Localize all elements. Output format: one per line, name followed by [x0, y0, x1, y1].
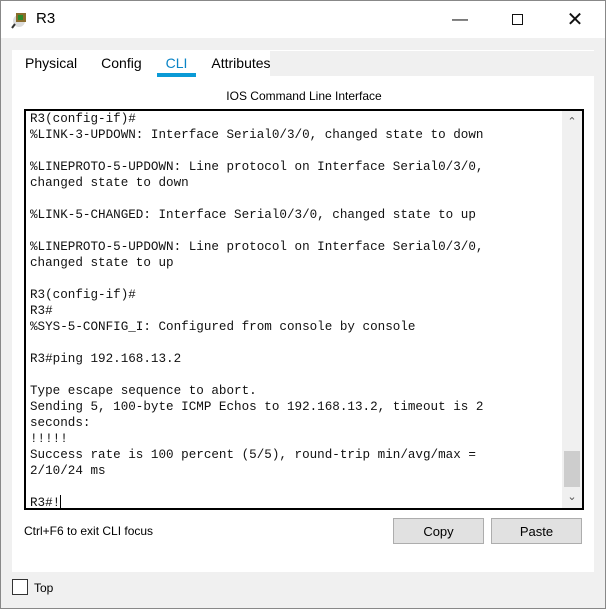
terminal-line: %LINK-5-CHANGED: Interface Serial0/3/0, … [30, 208, 476, 222]
terminal-output: R3(config-if)# %LINK-3-UPDOWN: Interface … [30, 111, 484, 510]
terminal-line: R3(config-if)# [30, 288, 136, 302]
top-label: Top [34, 581, 54, 595]
terminal-line: %LINEPROTO-5-UPDOWN: Line protocol on In… [30, 160, 484, 174]
minimize-button[interactable]: — [437, 1, 483, 38]
terminal-line: !!!!! [30, 432, 68, 446]
router-icon [11, 13, 26, 29]
terminal-line: Sending 5, 100-byte ICMP Echos to 192.16… [30, 400, 484, 414]
scroll-up-icon[interactable]: ⌃ [562, 113, 582, 131]
text-cursor [60, 495, 62, 508]
terminal-line: %SYS-5-CONFIG_I: Configured from console… [30, 320, 416, 334]
terminal-line: changed state to down [30, 176, 189, 190]
top-checkbox[interactable] [12, 579, 28, 595]
terminal-line: 2/10/24 ms [30, 464, 106, 478]
tab-strip-bg [270, 51, 594, 76]
terminal-line: R3(config-if)# [30, 112, 136, 126]
copy-button[interactable]: Copy [393, 518, 484, 544]
tab-physical[interactable]: Physical [13, 51, 89, 77]
scrollbar-thumb[interactable] [564, 451, 580, 487]
window-title: R3 [36, 10, 56, 27]
tab-attributes[interactable]: Attributes [199, 51, 282, 77]
terminal-line: changed state to up [30, 256, 174, 270]
cli-terminal[interactable]: R3(config-if)# %LINK-3-UPDOWN: Interface … [24, 109, 584, 510]
tab-config[interactable]: Config [89, 51, 153, 77]
terminal-line: R3#ping 192.168.13.2 [30, 352, 182, 366]
scrollbar[interactable]: ⌃ ⌄ [562, 111, 582, 508]
terminal-line: Success rate is 100 percent (5/5), round… [30, 448, 476, 462]
tab-cli[interactable]: CLI [154, 51, 200, 77]
tab-bar: Physical Config CLI Attributes [13, 51, 271, 77]
terminal-line: seconds: [30, 416, 91, 430]
terminal-line: %LINEPROTO-5-UPDOWN: Line protocol on In… [30, 240, 484, 254]
terminal-line: R3# [30, 304, 53, 318]
title-bar: R3 — ✕ [1, 1, 605, 38]
scroll-down-icon[interactable]: ⌄ [562, 488, 582, 506]
cli-heading: IOS Command Line Interface [226, 89, 382, 103]
terminal-line: R3#! [30, 495, 62, 510]
paste-button[interactable]: Paste [491, 518, 582, 544]
maximize-button[interactable] [494, 1, 540, 38]
terminal-line: Type escape sequence to abort. [30, 384, 257, 398]
close-button[interactable]: ✕ [552, 1, 598, 38]
terminal-line: %LINK-3-UPDOWN: Interface Serial0/3/0, c… [30, 128, 484, 142]
cli-focus-hint: Ctrl+F6 to exit CLI focus [24, 524, 154, 538]
